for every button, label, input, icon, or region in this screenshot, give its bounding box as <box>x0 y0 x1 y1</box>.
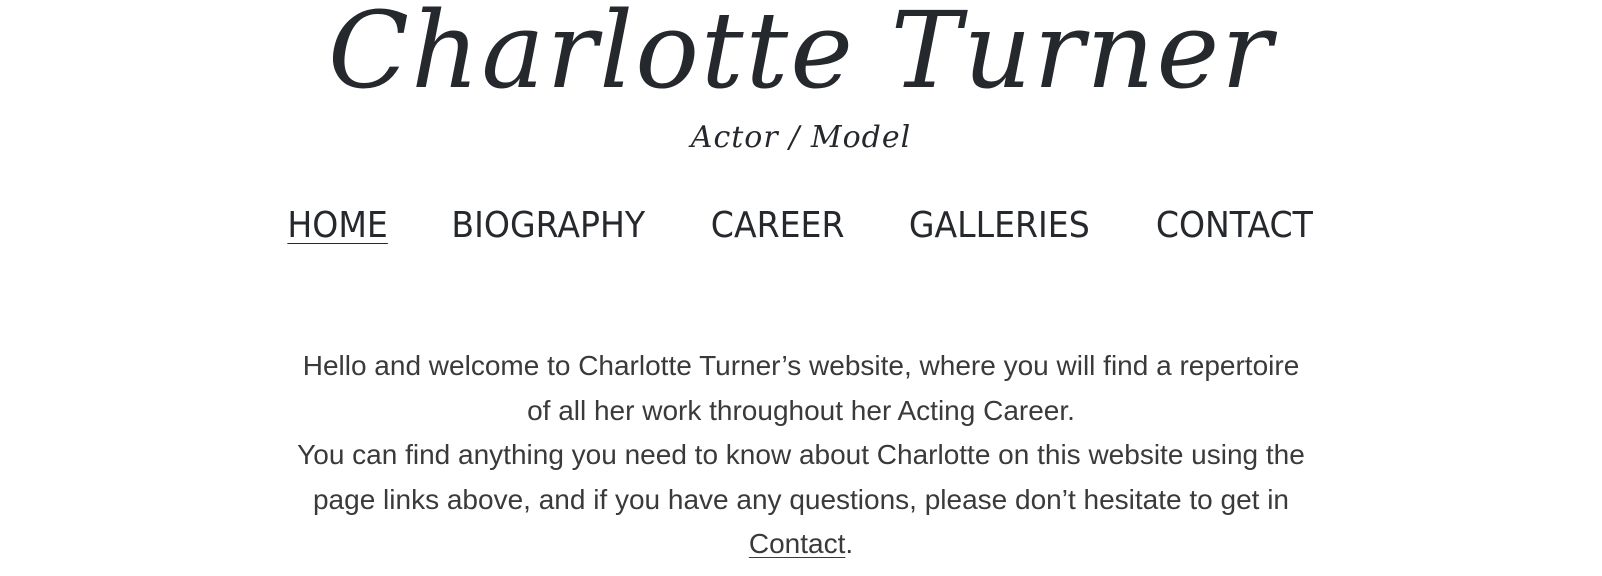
intro-text: Hello and welcome to Charlotte Turner’s … <box>0 344 1602 567</box>
intro-end-punct: . <box>845 528 854 559</box>
intro-line: You can find anything you need to know a… <box>297 439 1305 470</box>
site-subtitle: Actor / Model <box>690 120 912 155</box>
main-nav: HOME BIOGRAPHY CAREER GALLERIES CONTACT <box>0 200 1602 252</box>
intro-line: of all her work throughout her Acting Ca… <box>527 394 1075 426</box>
intro-contact-line: Contact. <box>0 522 1602 567</box>
nav-link-contact[interactable]: CONTACT <box>1155 200 1312 252</box>
intro-line: page links above, and if you have any qu… <box>312 483 1289 515</box>
nav-link-galleries[interactable]: GALLERIES <box>909 200 1090 252</box>
contact-link[interactable]: Contact <box>749 528 846 559</box>
nav-link-home[interactable]: HOME <box>287 200 387 252</box>
intro-line: Hello and welcome to Charlotte Turner’s … <box>302 350 1300 381</box>
nav-link-biography[interactable]: BIOGRAPHY <box>451 200 645 252</box>
site-title: Charlotte Turner <box>328 0 1274 112</box>
nav-link-career[interactable]: CAREER <box>710 200 844 252</box>
